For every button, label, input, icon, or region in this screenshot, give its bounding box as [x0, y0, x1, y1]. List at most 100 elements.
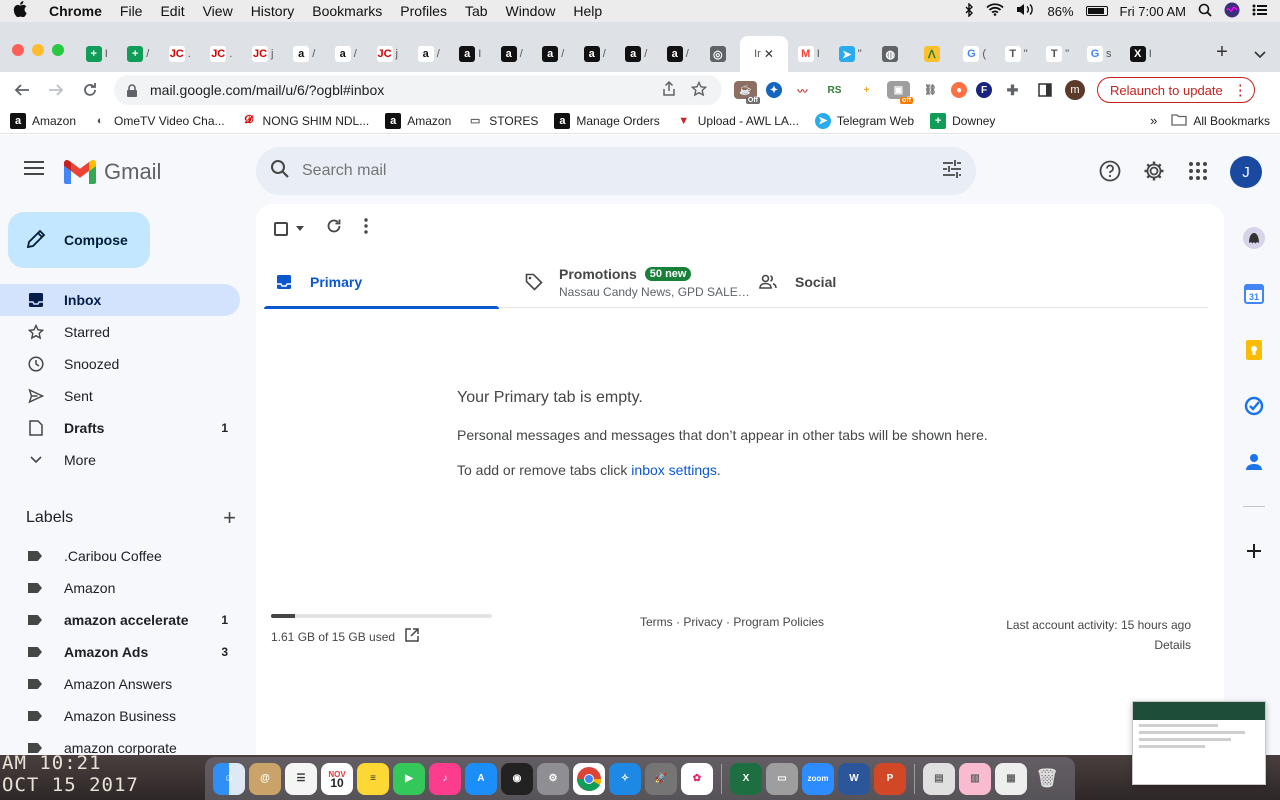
screenshot-thumbnail[interactable] — [1132, 701, 1266, 785]
clock[interactable]: Fri 7:00 AM — [1120, 4, 1186, 19]
inbox-settings-link[interactable]: inbox settings — [631, 462, 717, 478]
extension-rs-icon[interactable]: RS — [823, 81, 846, 99]
menu-history[interactable]: History — [242, 0, 304, 22]
finder-icon[interactable]: ☺ — [213, 762, 245, 795]
bookmark-item[interactable]: a Amazon — [10, 112, 76, 129]
select-checkbox[interactable] — [274, 221, 304, 236]
settings-gear-icon[interactable] — [1142, 159, 1166, 183]
chrome-dock-icon[interactable] — [573, 762, 605, 795]
extension-orange-icon[interactable]: ● — [951, 82, 967, 98]
bookmark-item[interactable]: ▼ Upload - AWL LA... — [675, 112, 799, 129]
bookmark-item[interactable]: ➤ Telegram Web — [814, 112, 914, 129]
tasks-icon[interactable] — [1228, 378, 1280, 434]
apple-icon[interactable] — [0, 1, 40, 21]
battery-icon[interactable] — [1085, 6, 1108, 16]
tab-search-chevron-icon[interactable] — [1240, 46, 1280, 62]
open-in-new-icon[interactable] — [405, 628, 419, 645]
downloads-stack-icon[interactable]: ▤ — [923, 762, 955, 795]
label-item[interactable]: Amazon Answers — [0, 668, 240, 700]
label-item[interactable]: amazon accelerate 1 — [0, 604, 240, 636]
reminders-icon[interactable]: ☰ — [285, 762, 317, 795]
all-bookmarks-button[interactable]: All Bookmarks — [1171, 113, 1270, 129]
safari-icon[interactable]: ✧ — [609, 762, 641, 795]
help-icon[interactable] — [1098, 159, 1122, 183]
label-item[interactable]: Amazon Ads 3 — [0, 636, 240, 668]
reload-button[interactable] — [76, 76, 104, 104]
bookmark-item[interactable]: + Downey — [930, 112, 995, 129]
menu-view[interactable]: View — [194, 0, 242, 22]
label-item[interactable]: Amazon — [0, 572, 240, 604]
sidebar-item-drafts[interactable]: Drafts 1 — [0, 412, 240, 444]
wifi-icon[interactable] — [985, 3, 1004, 19]
relaunch-button[interactable]: Relaunch to update ⋮ — [1097, 77, 1255, 103]
more-options-icon[interactable] — [364, 218, 368, 239]
compose-button[interactable]: Compose — [8, 212, 150, 268]
browser-tab[interactable]: ◎ — [699, 39, 741, 69]
browser-tab[interactable]: Gs — [1079, 39, 1121, 69]
profile-avatar[interactable]: m — [1065, 80, 1085, 100]
browser-tab[interactable]: ᐱ — [913, 39, 955, 69]
notes-icon[interactable]: ≡ — [357, 762, 389, 795]
bookmarks-overflow-button[interactable]: » — [1150, 113, 1157, 128]
tab-primary[interactable]: Primary — [264, 256, 499, 309]
trash-icon[interactable]: 🗑 — [1031, 763, 1063, 795]
main-menu-icon[interactable] — [24, 161, 44, 179]
site-info-icon[interactable] — [126, 84, 138, 97]
menu-app-chrome[interactable]: Chrome — [40, 0, 111, 22]
browser-tab[interactable]: MI — [788, 39, 830, 69]
gmail-logo[interactable]: Gmail — [64, 159, 161, 185]
extension-panel-icon[interactable] — [1228, 210, 1280, 266]
keep-icon[interactable] — [1228, 322, 1280, 378]
sidebar-item-snoozed[interactable]: Snoozed — [0, 348, 240, 380]
apps-grid-icon[interactable] — [1186, 159, 1210, 183]
close-tab-icon[interactable]: ✕ — [764, 47, 774, 61]
browser-tab[interactable]: a / — [325, 39, 367, 69]
refresh-icon[interactable] — [326, 218, 342, 239]
photos-icon[interactable]: ✿ — [681, 762, 713, 795]
menu-help[interactable]: Help — [564, 0, 611, 22]
menu-file[interactable]: File — [111, 0, 152, 22]
facetime-icon[interactable]: ▶ — [393, 762, 425, 795]
search-bar[interactable] — [256, 147, 976, 195]
menu-edit[interactable]: Edit — [151, 0, 193, 22]
browser-tab[interactable]: a / — [616, 39, 658, 69]
control-center-icon[interactable] — [1252, 4, 1268, 19]
browser-tab[interactable]: JC. — [201, 39, 243, 69]
sidebar-item-inbox[interactable]: Inbox — [0, 284, 240, 316]
share-icon[interactable] — [658, 80, 680, 100]
browser-tab[interactable]: JC j — [367, 39, 409, 69]
browser-tab[interactable]: aI — [450, 39, 492, 69]
back-button[interactable] — [8, 76, 36, 104]
footer-policy-links[interactable]: Terms · Privacy · Program Policies — [640, 615, 824, 629]
volume-icon[interactable] — [1016, 3, 1036, 19]
document-stack-icon[interactable]: ▥ — [959, 762, 991, 795]
url-text[interactable]: mail.google.com/mail/u/6/?ogbl#inbox — [150, 82, 650, 98]
bookmark-item[interactable]: a Amazon — [385, 112, 451, 129]
forward-button[interactable] — [42, 76, 70, 104]
music-icon[interactable]: ♪ — [429, 762, 461, 795]
browser-tab[interactable]: Ir ✕ — [740, 36, 788, 72]
browser-tab[interactable]: a / — [657, 39, 699, 69]
account-avatar[interactable]: J — [1230, 156, 1262, 188]
sidebar-item-sent[interactable]: Sent — [0, 380, 240, 412]
bluetooth-icon[interactable] — [964, 1, 974, 20]
browser-tab[interactable]: JC j — [242, 39, 284, 69]
menu-profiles[interactable]: Profiles — [391, 0, 456, 22]
launchpad-icon[interactable]: 🚀 — [645, 762, 677, 795]
chrome-menu-icon[interactable]: ⋮ — [1233, 81, 1248, 99]
extension-link-icon[interactable]: ⛓ — [919, 81, 942, 99]
spotlight-search-icon[interactable] — [1198, 3, 1212, 20]
new-tab-button[interactable]: + — [1204, 41, 1240, 64]
tab-social[interactable]: Social — [751, 256, 951, 308]
sidebar-item-starred[interactable]: Starred — [0, 316, 240, 348]
battery-percent[interactable]: 86% — [1048, 4, 1074, 19]
browser-tab[interactable]: a / — [408, 39, 450, 69]
powerpoint-icon[interactable]: P — [874, 762, 906, 795]
contacts-icon[interactable] — [1228, 434, 1280, 490]
browser-tab[interactable]: XI — [1120, 39, 1162, 69]
extensions-puzzle-icon[interactable]: ✚ — [1001, 81, 1024, 99]
address-bar[interactable]: mail.google.com/mail/u/6/?ogbl#inbox — [114, 75, 722, 105]
browser-tab[interactable]: JC. — [159, 39, 201, 69]
browser-tab[interactable]: a / — [533, 39, 575, 69]
extension-plus-icon[interactable]: + — [855, 81, 878, 99]
